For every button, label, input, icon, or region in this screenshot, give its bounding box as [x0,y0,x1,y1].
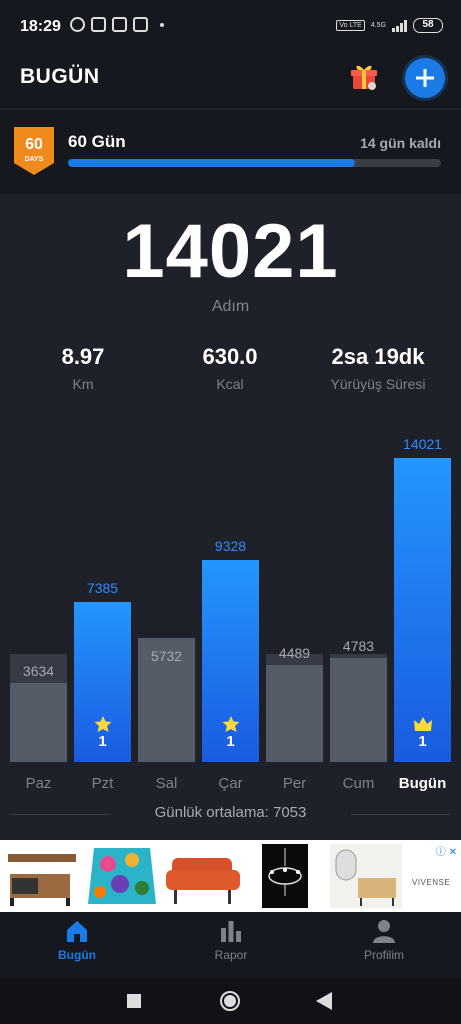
weekly-steps-chart: 3634 Paz 7385 1 Pzt 5732 Sal 9328 1 Çar 4489 Per 478… [0,420,461,800]
step-count: 14021 [122,209,339,294]
ad-brand: VIVENSE [412,878,451,887]
chart-data-label: 4783 [342,638,375,654]
chart-bar-group[interactable]: 7385 1 [74,580,131,762]
ad-info-icon[interactable]: ⓘ ✕ [436,843,457,858]
nav-item-today[interactable]: Bugün [17,918,137,962]
challenge-badge-icon: 60 DAYS [14,127,54,175]
duration-label: Yürüyüş Süresi [330,376,426,392]
goal-badge: 1 [74,715,131,750]
goal-count: 1 [98,733,107,750]
status-bar: 18:29 Vo LTE 4.5G 58 [0,0,461,52]
distance-value: 8.97 [61,344,105,369]
ad-image-table[interactable] [0,844,82,908]
add-button[interactable] [405,58,445,98]
status-system-icons: Vo LTE 4.5G 58 [336,18,443,33]
challenge-card[interactable]: 60 DAYS 60 Gün 14 gün kaldı [0,110,461,194]
chart-bar-group[interactable]: 5732 [138,638,195,762]
chart-data-label: 3634 [22,663,55,679]
chart-data-label: 4489 [278,645,311,661]
star-icon [222,716,239,732]
divider [351,814,451,815]
calories-label: Kcal [216,376,244,392]
distance-stat: 8.97 Km [13,344,153,392]
alarm-icon [70,17,85,32]
challenge-progress-fill [68,159,356,167]
challenge-name: 60 Gün [68,132,126,151]
status-time: 18:29 [20,18,61,35]
chart-day-label[interactable]: Per [266,775,323,792]
page-title: BUGÜN [20,65,100,88]
system-navigation-bar [0,978,461,1024]
ad-image-console[interactable] [330,844,402,908]
goal-count: 1 [418,733,427,750]
challenge-remaining: 14 gün kaldı [360,135,441,151]
chart-bar-group[interactable]: 14021 1 [394,436,451,762]
chart-data-label: 14021 [403,436,442,452]
more-dot-icon [160,22,164,27]
chart-day-label[interactable]: Çar [202,775,259,792]
daily-average-text: Günlük ortalama: 7053 [154,804,307,821]
calories-stat: 630.0 Kcal [160,344,300,392]
chart-day-label[interactable]: Paz [10,775,67,792]
home-icon [67,921,87,942]
calories-value: 630.0 [202,344,258,369]
nav-label-profile: Profilim [363,948,404,962]
status-notification-icons [70,17,164,32]
volte-icon: Vo LTE [336,20,365,31]
signal-icon [392,19,407,32]
chart-data-label: 7385 [86,580,119,596]
battery-icon: 58 [413,18,443,33]
back-icon[interactable] [316,992,332,1010]
calendar-icon [112,17,127,32]
notification-icon [91,17,106,32]
bottom-navigation: Bugün Rapor Profilim [0,912,461,978]
duration-value: 2sa 19dk [331,344,425,369]
nav-label-today: Bugün [58,948,96,962]
chart-day-label[interactable]: Bugün [394,775,451,792]
chart-day-label[interactable]: Pzt [74,775,131,792]
chart-day-label[interactable]: Sal [138,775,195,792]
app-header: BUGÜN [0,52,461,108]
daily-average-row: Günlük ortalama: 7053 [0,802,461,826]
chart-bar[interactable] [330,658,387,762]
challenge-progress-bar [68,159,441,167]
chart-bar-group[interactable]: 9328 1 [202,538,259,762]
goal-badge: 1 [394,715,451,750]
crown-icon [413,717,432,731]
ad-image-lampshade[interactable] [86,844,158,908]
ad-image-armchair[interactable] [162,844,244,908]
goal-count: 1 [226,733,235,750]
star-icon [94,716,111,732]
step-count-label: Adım [211,298,250,315]
person-icon [373,920,395,943]
badge-number: 60 [25,136,43,153]
chart-bar-group[interactable]: 4489 [266,645,323,762]
instagram-icon [133,17,148,32]
gift-icon[interactable] [350,63,378,91]
distance-label: Km [72,376,94,392]
ad-image-chandelier[interactable] [262,844,308,908]
network-label: 4.5G [370,22,386,29]
ad-banner[interactable]: ⓘ ✕ VIVENSE [0,840,461,912]
nav-item-report[interactable]: Rapor [171,918,291,962]
chart-bar-group[interactable]: 3634 [10,654,67,762]
chart-data-label: 9328 [214,538,247,554]
chart-bar-group[interactable]: 4783 [330,638,387,762]
chart-bar[interactable] [10,683,67,762]
plus-icon [416,69,434,87]
goal-badge: 1 [202,715,259,750]
badge-sub: DAYS [25,156,44,163]
bar-chart-icon [221,921,241,942]
home-circle-icon[interactable] [219,990,241,1012]
nav-item-profile[interactable]: Profilim [324,918,444,962]
chart-bar[interactable] [266,665,323,762]
duration-stat: 2sa 19dk Yürüyüş Süresi [308,344,448,392]
chart-day-label[interactable]: Cum [330,775,387,792]
nav-label-report: Rapor [214,948,248,962]
chart-data-label: 5732 [150,648,183,664]
recents-icon[interactable] [127,994,141,1008]
